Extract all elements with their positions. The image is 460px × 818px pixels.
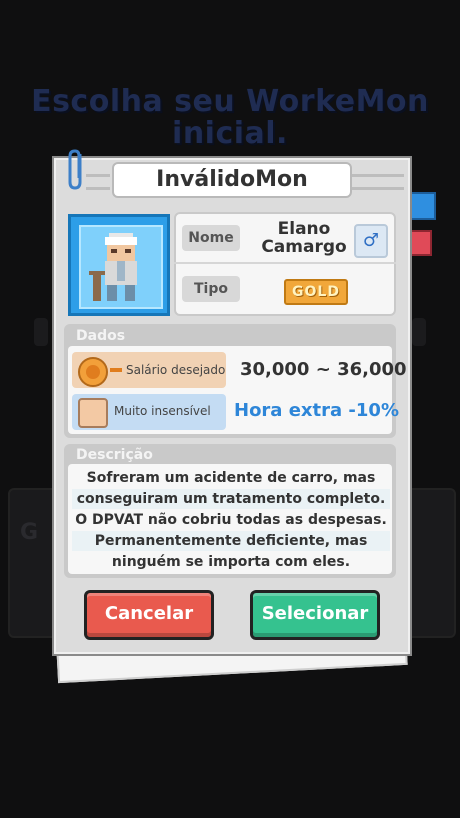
coin-icon [78,357,108,387]
descricao-header: Descrição [76,447,153,463]
trait-value: Hora extra -10% [234,400,399,421]
face-icon [78,398,108,428]
cancel-button[interactable]: Cancelar [84,590,214,640]
name-value: Elano Camargo [261,219,347,257]
name-label: Nome [182,225,240,251]
description-line: Sofreram um acidente de carro, mas não [86,470,376,506]
dash-icon [110,368,122,372]
paperclip-icon [68,149,82,190]
character-sprite-icon [89,233,137,301]
screen-title: Escolha seu WorkeMon inicial. [31,84,429,151]
avatar-frame [68,214,170,316]
dialog-title: InválidoMon [112,162,352,198]
description-line: conseguiram um tratamento completo. [72,489,390,509]
background-card-text: G [20,520,39,545]
description-line: ninguém se importa com eles. [111,554,351,570]
avatar [79,225,163,309]
info-divider [174,262,396,264]
trait-label: Muito insensível [114,404,211,418]
male-icon: ♂ [354,224,388,258]
salary-value: 30,000 ~ 36,000 [240,359,407,380]
blue-tab [408,192,436,220]
next-arrow-icon [412,318,426,346]
type-badge: GOLD [284,279,348,305]
dados-header: Dados [76,328,126,344]
description-line: Permanentemente deficiente, mas [72,531,390,551]
description-line: O DPVAT não cobriu todas as despesas. [75,512,387,528]
prev-arrow-icon [34,318,48,346]
select-button[interactable]: Selecionar [250,590,380,640]
salary-label: Salário desejado [126,363,226,377]
type-label: Tipo [182,276,240,302]
